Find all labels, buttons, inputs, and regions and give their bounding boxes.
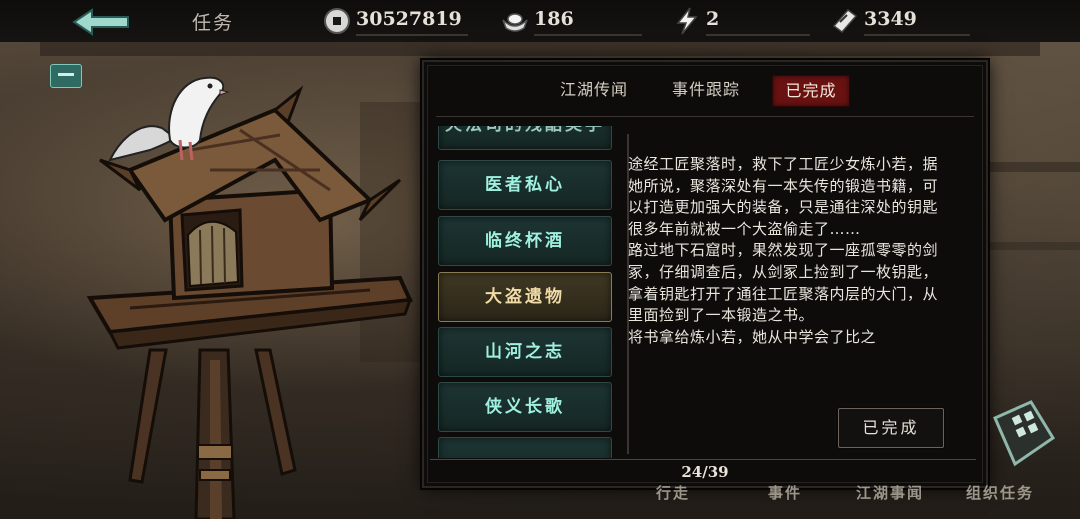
coin-value: 30527819 [356, 8, 462, 30]
quest-panel: 江湖传闻 事件跟踪 已完成 火法司的残酷美学 医者私心 临终杯酒 大盗遗物 山河… [422, 60, 988, 488]
map-device-icon[interactable] [985, 398, 1057, 474]
energy-value: 2 [706, 8, 720, 30]
nav-item[interactable]: 事件 [768, 482, 802, 503]
ticket-counter: 3349 [830, 4, 980, 38]
pagination-counter: 24/39 [681, 463, 729, 481]
nav-item[interactable]: 组织任务 [966, 482, 1034, 503]
quest-item-partial[interactable] [438, 437, 612, 458]
lightning-icon [676, 7, 698, 35]
completed-status-button[interactable]: 已完成 [838, 408, 944, 448]
page-title: 任务 [192, 12, 235, 34]
pigeon-house-illustration [86, 76, 413, 519]
quest-item[interactable]: 侠义长歌 [438, 382, 612, 432]
quest-item[interactable]: 山河之志 [438, 327, 612, 377]
nav-item[interactable]: 行走 [656, 482, 690, 503]
quest-list[interactable]: 火法司的残酷美学 医者私心 临终杯酒 大盗遗物 山河之志 侠义长歌 [436, 126, 614, 458]
quest-item[interactable]: 医者私心 [438, 160, 612, 210]
ticket-icon [832, 8, 858, 34]
description-paragraph: 将书拿给炼小若，她从中学会了比之 [628, 327, 877, 346]
tab-tracking[interactable]: 事件跟踪 [656, 75, 756, 105]
bottom-divider [430, 459, 976, 460]
back-arrow-icon[interactable] [70, 6, 132, 38]
top-bar: 任务 30527819 186 2 3349 [0, 0, 1080, 42]
tab-completed[interactable]: 已完成 [772, 75, 850, 107]
silver-ingot-icon [502, 13, 528, 32]
quest-item-selected[interactable]: 大盗遗物 [438, 272, 612, 322]
quest-description[interactable]: 途经工匠聚落时，救下了工匠少女炼小若，据她所说，聚落深处有一本失传的锻造书籍，可… [628, 154, 946, 368]
silver-ingot-counter: 186 [500, 4, 650, 38]
quest-item[interactable]: 临终杯酒 [438, 216, 612, 266]
silver-ingot-value: 186 [534, 8, 574, 30]
tab-rumors[interactable]: 江湖传闻 [544, 75, 644, 105]
coin-icon [324, 8, 350, 34]
copper-coin-counter: 30527819 [322, 4, 502, 38]
quest-item[interactable]: 火法司的残酷美学 [438, 126, 612, 150]
description-paragraph: 路过地下石窟时，果然发现了一座孤零零的剑冢，仔细调查后，从剑冢上捡到了一枚钥匙，… [628, 241, 939, 325]
tab-divider [436, 116, 974, 117]
energy-counter: 2 [672, 4, 812, 38]
nav-item[interactable]: 江湖事闻 [856, 482, 924, 503]
description-paragraph: 途经工匠聚落时，救下了工匠少女炼小若，据她所说，聚落深处有一本失传的锻造书籍，可… [628, 155, 939, 238]
ticket-value: 3349 [864, 8, 917, 30]
quest-tabs: 江湖传闻 事件跟踪 已完成 [424, 62, 986, 116]
